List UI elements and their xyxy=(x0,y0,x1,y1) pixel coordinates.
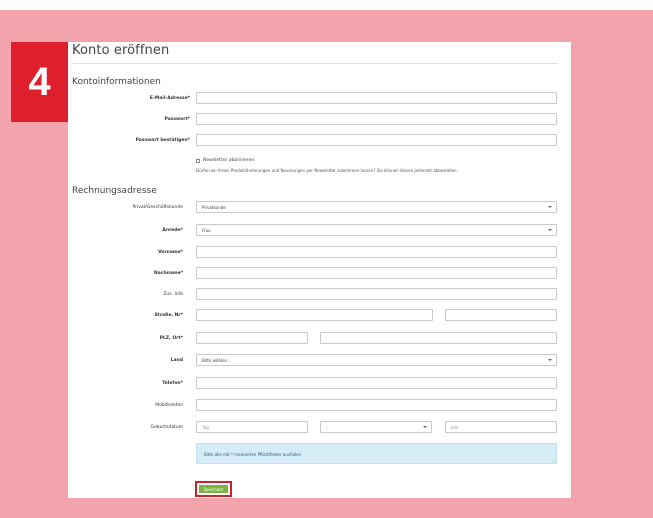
salutation-select[interactable]: Frau xyxy=(196,224,557,236)
chevron-down-icon xyxy=(423,426,427,428)
page-title: Konto eröffnen xyxy=(72,43,170,58)
additional-info-label: Zus. Info xyxy=(163,292,183,297)
required-fields-message: Bitte alle mit * markierten Pflichtfelde… xyxy=(204,452,302,457)
password-confirm-field[interactable] xyxy=(196,134,557,146)
firstname-label: Vorname* xyxy=(158,250,183,255)
customer-type-select[interactable]: Privatkunde xyxy=(196,201,557,213)
save-highlight: Speichern xyxy=(195,481,232,497)
birth-month-select[interactable]: - xyxy=(320,421,432,433)
phone-field[interactable] xyxy=(196,377,557,389)
password-label: Passwort* xyxy=(164,117,190,122)
customer-type-value: Privatkunde xyxy=(202,205,226,210)
newsletter-note: Dürfen wir Ihnen Produktänderungen und N… xyxy=(196,168,458,173)
section-title-billing: Rechnungsadresse xyxy=(72,186,157,196)
house-number-field[interactable] xyxy=(445,309,557,321)
birth-day-field[interactable]: Tag xyxy=(196,421,308,433)
country-value: Bitte wählen... xyxy=(202,358,231,363)
password-confirm-label: Passwort bestätigen* xyxy=(135,138,190,143)
zip-field[interactable] xyxy=(196,332,308,344)
required-fields-info: Bitte alle mit * markierten Pflichtfelde… xyxy=(196,443,557,464)
birth-year-field[interactable]: Jahr xyxy=(445,421,557,433)
section-title-account: Kontoinformationen xyxy=(72,77,161,87)
additional-info-field[interactable] xyxy=(196,288,557,300)
phone-label: Telefon* xyxy=(162,381,183,386)
lastname-label: Nachname* xyxy=(153,271,183,276)
birth-day-placeholder: Tag xyxy=(202,425,209,430)
save-button[interactable]: Speichern xyxy=(199,485,228,493)
customer-type-label: Privat/Geschäftskunde xyxy=(132,205,183,210)
street-label: Straße, Nr* xyxy=(154,313,183,318)
lastname-field[interactable] xyxy=(196,267,557,279)
country-label: Land xyxy=(170,358,183,363)
password-field[interactable] xyxy=(196,113,557,125)
title-divider xyxy=(72,63,558,64)
salutation-label: Anrede* xyxy=(162,228,183,233)
city-field[interactable] xyxy=(320,332,557,344)
street-field[interactable] xyxy=(196,309,433,321)
chevron-down-icon xyxy=(548,359,552,361)
salutation-value: Frau xyxy=(202,228,211,233)
country-select[interactable]: Bitte wählen... xyxy=(196,354,557,366)
email-label: E-Mail-Adresse* xyxy=(149,96,190,101)
chevron-down-icon xyxy=(548,206,552,208)
chevron-down-icon xyxy=(548,229,552,231)
mobile-label: Mobiltelefon xyxy=(155,403,183,408)
newsletter-checkbox[interactable] xyxy=(196,159,200,163)
email-field[interactable] xyxy=(196,92,557,104)
mobile-field[interactable] xyxy=(196,399,557,411)
birthdate-label: Geburtsdatum xyxy=(150,425,183,430)
firstname-field[interactable] xyxy=(196,246,557,258)
step-number-badge: 4 xyxy=(11,42,68,122)
birth-year-placeholder: Jahr xyxy=(451,425,459,430)
birth-month-value: - xyxy=(326,425,328,430)
zip-city-label: PLZ, Ort* xyxy=(159,336,183,341)
newsletter-label: Newsletter abonnieren xyxy=(203,158,255,163)
